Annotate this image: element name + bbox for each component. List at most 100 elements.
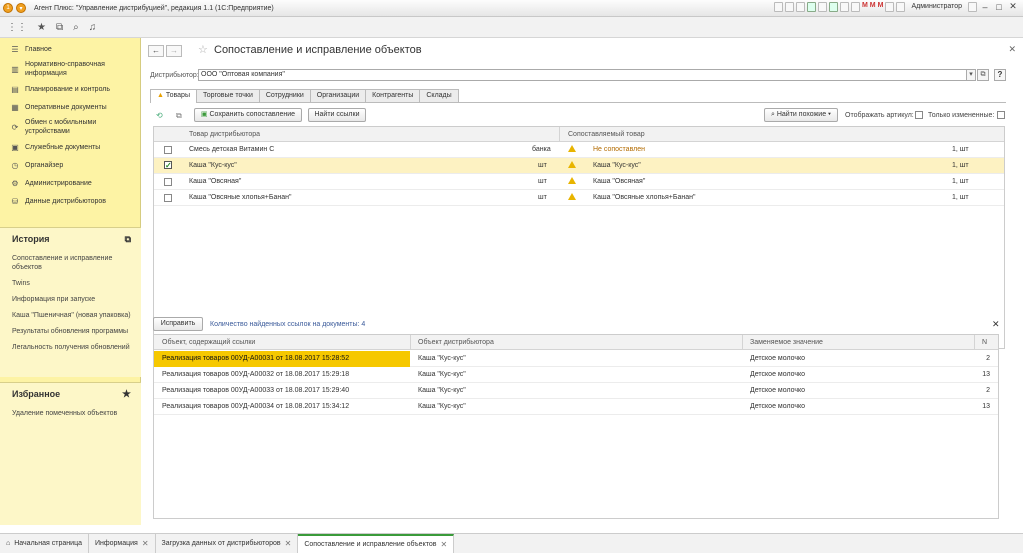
distributor-object: Каша "Кус-кус" xyxy=(418,355,466,362)
memory-m-icon[interactable]: M xyxy=(862,2,868,12)
table-row[interactable]: Смесь детская Витамин С банка Не сопоста… xyxy=(154,142,1004,158)
sidebar-item[interactable]: ▤ Планирование и контроль xyxy=(0,80,140,98)
calc-icon[interactable] xyxy=(850,1,860,12)
sidebar-item[interactable]: ▥ Нормативно-справочная информация xyxy=(0,58,140,80)
history-link[interactable]: Каша "Пшеничная" (новая упаковка) xyxy=(0,311,141,320)
memory-m-icon[interactable]: M xyxy=(870,2,876,12)
fix-button[interactable]: Исправить xyxy=(153,317,203,331)
window-title: Агент Плюс: "Управление дистрибуцией", р… xyxy=(34,4,274,12)
sync-icon: ⟳ xyxy=(11,122,19,132)
close-form-icon[interactable]: ✕ xyxy=(1008,44,1016,55)
tool-icon[interactable] xyxy=(784,1,794,12)
history-link[interactable]: Результаты обновления программы xyxy=(0,327,141,336)
tab-employees[interactable]: Сотрудники xyxy=(258,89,311,102)
table-row[interactable]: Реализация товаров 00УД-А00032 от 18.08.… xyxy=(154,367,998,383)
row-checkbox[interactable] xyxy=(164,194,172,202)
show-article-checkbox[interactable] xyxy=(915,111,923,119)
data-icon: ⛁ xyxy=(11,196,19,206)
zoom-icon[interactable] xyxy=(885,1,895,12)
column-header: Заменяемое значение xyxy=(750,339,823,346)
close-tab-icon[interactable]: ✕ xyxy=(440,540,447,549)
goods-qty: 1, шт xyxy=(952,178,969,185)
help-icon[interactable] xyxy=(968,1,977,12)
forward-button[interactable]: → xyxy=(166,45,182,57)
sidebar-item[interactable]: ⚙ Администрирование xyxy=(0,174,140,192)
search-icon[interactable]: ⌕ xyxy=(73,22,79,33)
sidebar-item[interactable]: ▣ Служебные документы xyxy=(0,138,140,156)
tool-icon[interactable] xyxy=(795,1,805,12)
row-number: 13 xyxy=(982,371,990,378)
table-row[interactable]: ✓ Каша "Кус-кус" шт Каша "Кус-кус" 1, шт xyxy=(154,158,1004,174)
user-name[interactable]: Администратор xyxy=(911,3,962,10)
tab-warehouses[interactable]: Склады xyxy=(419,89,459,102)
distributor-field[interactable]: ООО "Оптовая компания" xyxy=(198,69,975,81)
window-tab[interactable]: Сопоставление и исправление объектов ✕ xyxy=(298,534,455,553)
doc-icon: ▦ xyxy=(11,102,19,112)
memory-m-icon[interactable]: M xyxy=(878,2,884,12)
history-link[interactable]: Twins xyxy=(0,279,141,288)
table-row[interactable]: Реализация товаров 00УД-А00033 от 18.08.… xyxy=(154,383,998,399)
close-tab-icon[interactable]: ✕ xyxy=(142,539,149,548)
tab-outlets[interactable]: Торговые точки xyxy=(195,89,260,102)
save-mapping-button[interactable]: ▣ Сохранить сопоставление xyxy=(194,108,302,122)
favorites-star-icon[interactable]: ★ xyxy=(37,22,46,33)
bell-icon[interactable]: ♫ xyxy=(89,22,97,33)
window-tab[interactable]: Загрузка данных от дистрибьюторов ✕ xyxy=(156,534,299,553)
close-tab-icon[interactable]: ✕ xyxy=(285,539,292,548)
sidebar-item[interactable]: ⛁ Данные дистрибьюторов xyxy=(0,192,140,210)
tab-organizations[interactable]: Организации xyxy=(309,89,367,102)
sidebar-item[interactable]: ▦ Оперативные документы xyxy=(0,98,140,116)
tool-icon[interactable] xyxy=(828,1,838,12)
favorite-link[interactable]: Удаление помеченных объектов xyxy=(0,409,141,418)
close-links-icon[interactable]: ✕ xyxy=(992,319,1000,330)
app-menu-icon[interactable]: ▾ xyxy=(16,3,26,13)
table-row[interactable]: Реализация товаров 00УД-А00034 от 18.08.… xyxy=(154,399,998,415)
tool-icon[interactable] xyxy=(806,1,816,12)
goods-unit: шт xyxy=(538,162,547,169)
history-link[interactable]: Информация при запуске xyxy=(0,295,141,304)
tab-goods[interactable]: ▲ Товары xyxy=(150,89,197,103)
find-links-button[interactable]: Найти ссылки xyxy=(308,108,366,122)
calendar-icon[interactable] xyxy=(839,1,849,12)
sidebar-item[interactable]: ◷ Органайзер xyxy=(0,156,140,174)
close-window-icon[interactable]: ✕ xyxy=(1007,1,1019,12)
minimize-icon[interactable]: – xyxy=(979,2,991,12)
tool-icon[interactable] xyxy=(817,1,827,12)
column-separator xyxy=(742,335,743,350)
history-icon[interactable]: ⧉ xyxy=(56,22,63,33)
row-checkbox[interactable] xyxy=(164,146,172,154)
replaced-value: Детское молочко xyxy=(750,371,806,378)
help-button[interactable]: ? xyxy=(994,69,1006,81)
history-link[interactable]: Сопоставление и исправление объектов xyxy=(0,254,141,272)
back-button[interactable]: ← xyxy=(148,45,164,57)
window-tab[interactable]: Информация ✕ xyxy=(89,534,156,553)
doc-link: Реализация товаров 00УД-А00033 от 18.08.… xyxy=(162,387,350,394)
open-icon[interactable]: ⧉ xyxy=(977,69,989,81)
grid-menu-icon[interactable]: ⋮⋮ xyxy=(7,22,27,33)
goods-name: Каша "Овсяные хлопья+Банан" xyxy=(189,194,292,201)
favorites-header: Избранное ★ xyxy=(12,388,131,400)
row-checkbox[interactable] xyxy=(164,178,172,186)
table-header: Товар дистрибьютора Сопоставляемый товар xyxy=(154,127,1004,142)
favorites-star-icon[interactable]: ★ xyxy=(122,389,131,400)
favorite-star-icon[interactable]: ☆ xyxy=(198,43,208,56)
sidebar-item[interactable]: ⟳ Обмен с мобильными устройствами xyxy=(0,116,140,138)
row-checkbox[interactable]: ✓ xyxy=(164,161,172,170)
history-expand-icon[interactable]: ⧉ xyxy=(125,234,131,245)
sidebar-item[interactable]: ☰ Главное xyxy=(0,40,140,58)
history-link[interactable]: Легальность получения обновлений xyxy=(0,343,141,352)
table-row[interactable]: Реализация товаров 00УД-А00031 от 18.08.… xyxy=(154,351,998,367)
tab-contractors[interactable]: Контрагенты xyxy=(365,89,421,102)
window-tab[interactable]: ⌂ Начальная страница xyxy=(0,534,89,553)
find-similar-button[interactable]: ⌕ Найти похожие ▾ xyxy=(764,108,838,122)
maximize-icon[interactable]: □ xyxy=(993,2,1005,12)
table-row[interactable]: Каша "Овсяные хлопья+Банан" шт Каша "Овс… xyxy=(154,190,1004,206)
history-header: История ⧉ xyxy=(12,233,131,245)
tool-icon[interactable] xyxy=(773,1,783,12)
dropdown-icon[interactable]: ▾ xyxy=(966,69,976,81)
copy-icon[interactable]: ⧉ xyxy=(176,111,182,121)
only-changed-checkbox[interactable] xyxy=(997,111,1005,119)
refresh-icon[interactable]: ⟲ xyxy=(156,111,163,120)
info-icon[interactable] xyxy=(896,1,906,12)
table-row[interactable]: Каша "Овсяная" шт Каша "Овсяная" 1, шт xyxy=(154,174,1004,190)
